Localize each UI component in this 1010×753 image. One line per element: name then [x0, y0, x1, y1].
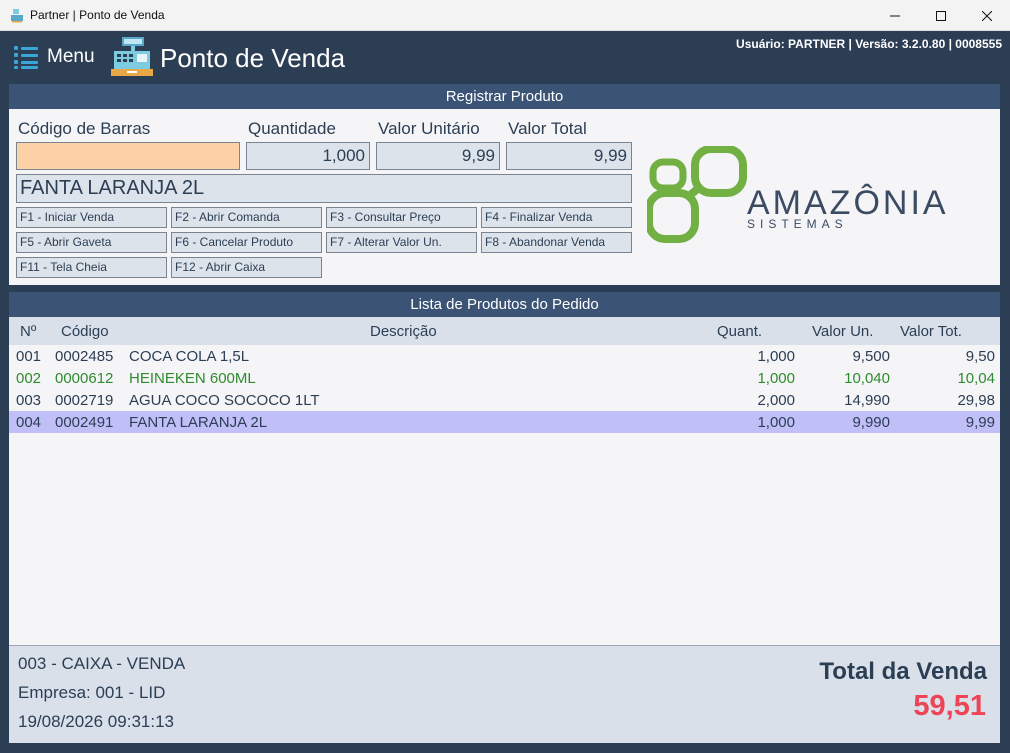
cash-register-app-icon	[11, 9, 23, 23]
f7-change-unit-value-button[interactable]: F7 - Alterar Valor Un.	[326, 232, 477, 253]
f2-open-tab-button[interactable]: F2 - Abrir Comanda	[171, 207, 322, 228]
row-quantity: 1,000	[757, 414, 795, 431]
row-total-value: 29,98	[957, 392, 995, 409]
amazonia-logo: AMAZÔNIA SISTEMAS	[647, 146, 946, 243]
col-code: Código	[61, 323, 109, 340]
row-description: HEINEKEN 600ML	[129, 370, 256, 387]
close-icon	[982, 10, 992, 21]
row-number: 003	[16, 392, 42, 409]
f8-abandon-sale-button[interactable]: F8 - Abandonar Venda	[481, 232, 632, 253]
table-row-selected[interactable]: 004 0002491 FANTA LARANJA 2L 1,000 9,990…	[9, 411, 1000, 433]
row-total-value: 9,50	[965, 348, 995, 365]
f3-check-price-button[interactable]: F3 - Consultar Preço	[326, 207, 477, 228]
sale-total-value: 59,51	[913, 690, 986, 722]
unit-value-field[interactable]: 9,99	[376, 142, 500, 170]
col-description: Descrição	[370, 323, 437, 340]
row-number: 002	[16, 370, 42, 387]
row-description: AGUA COCO SOCOCO 1LT	[129, 392, 320, 409]
row-quantity: 1,000	[757, 370, 795, 387]
row-quantity: 2,000	[757, 392, 795, 409]
list-column-headers: Nº Código Descrição Quant. Valor Un. Val…	[9, 317, 1000, 345]
col-total-value: Valor Tot.	[900, 323, 962, 340]
register-product-panel: Registrar Produto Código de Barras Quant…	[9, 84, 1000, 285]
row-total-value: 9,99	[965, 414, 995, 431]
logo-subtitle: SISTEMAS	[747, 217, 848, 231]
col-number: Nº	[20, 323, 37, 340]
product-list-panel: Lista de Produtos do Pedido Nº Código De…	[9, 292, 1000, 645]
minimize-icon	[890, 15, 900, 16]
row-number: 001	[16, 348, 42, 365]
page-title: Ponto de Venda	[160, 43, 346, 73]
unit-value-label: Valor Unitário	[378, 119, 480, 138]
row-unit-value: 14,990	[844, 392, 890, 409]
user-info: Usuário: PARTNER | Versão: 3.2.0.80 | 00…	[736, 37, 1002, 51]
row-code: 0000612	[55, 370, 114, 387]
row-unit-value: 9,500	[852, 348, 890, 365]
panel-title: Lista de Produtos do Pedido	[9, 292, 1000, 317]
f6-cancel-product-button[interactable]: F6 - Cancelar Produto	[171, 232, 322, 253]
row-unit-value: 9,990	[852, 414, 890, 431]
product-description: FANTA LARANJA 2L	[16, 174, 632, 203]
list-menu-icon	[14, 46, 38, 69]
menu-label: Menu	[47, 46, 95, 67]
cash-register-icon	[111, 37, 153, 76]
app-header: Menu Ponto de Venda Usuário: PARTNER | V…	[0, 31, 1010, 83]
f11-fullscreen-button[interactable]: F11 - Tela Cheia	[16, 257, 167, 278]
row-total-value: 10,04	[957, 370, 995, 387]
datetime: 19/08/2026 09:31:13	[18, 712, 174, 731]
row-quantity: 1,000	[757, 348, 795, 365]
register-status: 003 - CAIXA - VENDA	[18, 654, 186, 673]
table-row[interactable]: 003 0002719 AGUA COCO SOCOCO 1LT 2,000 1…	[9, 389, 1000, 411]
window-titlebar: Partner | Ponto de Venda	[0, 0, 1010, 31]
f4-finish-sale-button[interactable]: F4 - Finalizar Venda	[481, 207, 632, 228]
row-description: FANTA LARANJA 2L	[129, 414, 268, 431]
row-code: 0002491	[55, 414, 114, 431]
row-code: 0002719	[55, 392, 114, 409]
col-unit-value: Valor Un.	[812, 323, 874, 340]
barcode-label: Código de Barras	[18, 119, 151, 138]
company-info: Empresa: 001 - LID	[18, 683, 166, 702]
table-row[interactable]: 002 0000612 HEINEKEN 600ML 1,000 10,040 …	[9, 367, 1000, 389]
row-number: 004	[16, 414, 42, 431]
row-description: COCA COLA 1,5L	[129, 348, 250, 365]
quantity-field[interactable]: 1,000	[246, 142, 370, 170]
status-footer: 003 - CAIXA - VENDA Empresa: 001 - LID 1…	[9, 645, 1000, 743]
minimize-button[interactable]	[872, 0, 918, 31]
sale-total-label: Total da Venda	[819, 658, 987, 685]
maximize-icon	[936, 10, 946, 21]
total-value-label: Valor Total	[508, 119, 587, 138]
close-button[interactable]	[964, 0, 1010, 31]
panel-title: Registrar Produto	[9, 84, 1000, 109]
menu-button[interactable]: Menu	[13, 44, 95, 70]
f5-open-drawer-button[interactable]: F5 - Abrir Gaveta	[16, 232, 167, 253]
row-code: 0002485	[55, 348, 114, 365]
f1-start-sale-button[interactable]: F1 - Iniciar Venda	[16, 207, 167, 228]
table-row[interactable]: 001 0002485 COCA COLA 1,5L 1,000 9,500 9…	[9, 345, 1000, 367]
maximize-button[interactable]	[918, 0, 964, 31]
total-value-field[interactable]: 9,99	[506, 142, 632, 170]
barcode-input[interactable]	[16, 142, 240, 170]
f12-open-register-button[interactable]: F12 - Abrir Caixa	[171, 257, 322, 278]
quantity-label: Quantidade	[248, 119, 336, 138]
row-unit-value: 10,040	[844, 370, 890, 387]
window-title: Partner | Ponto de Venda	[30, 8, 165, 22]
col-quantity: Quant.	[717, 323, 763, 340]
